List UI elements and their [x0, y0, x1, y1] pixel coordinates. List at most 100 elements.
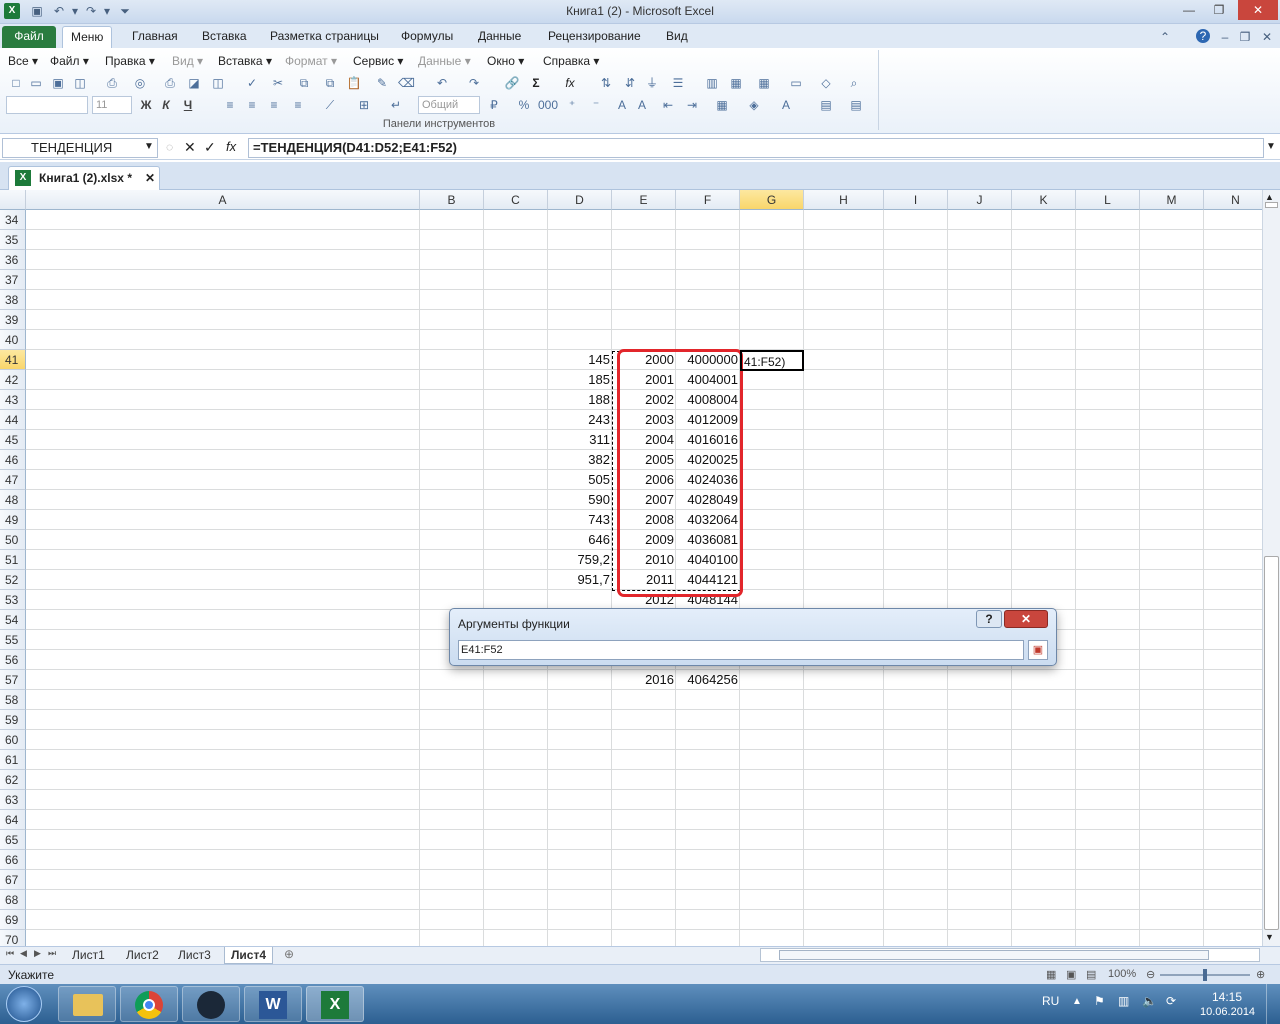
- vertical-scrollbar[interactable]: ▲ ▼: [1262, 190, 1280, 946]
- row-header-54[interactable]: 54: [0, 610, 26, 630]
- row-header-45[interactable]: 45: [0, 430, 26, 450]
- restore-button[interactable]: ❐: [1204, 0, 1234, 20]
- menu-window[interactable]: Окно ▾: [487, 54, 524, 68]
- scroll-up-icon[interactable]: ▲: [1265, 192, 1274, 202]
- row-header-60[interactable]: 60: [0, 730, 26, 750]
- permissions-icon[interactable]: ◫: [72, 75, 88, 91]
- chart-icon[interactable]: ▥: [704, 75, 720, 91]
- new-sheet-icon[interactable]: ⊕: [284, 947, 294, 961]
- font-color-icon[interactable]: A: [778, 97, 794, 113]
- row-header-39[interactable]: 39: [0, 310, 26, 330]
- font-name-combo[interactable]: [6, 96, 88, 114]
- row-header-58[interactable]: 58: [0, 690, 26, 710]
- row-header-46[interactable]: 46: [0, 450, 26, 470]
- row-header-36[interactable]: 36: [0, 250, 26, 270]
- formula-expand-icon[interactable]: ▼: [1266, 141, 1276, 152]
- column-header-C[interactable]: C: [484, 190, 548, 210]
- row-header-34[interactable]: 34: [0, 210, 26, 230]
- split-box[interactable]: [1265, 202, 1278, 208]
- menu-service[interactable]: Сервис ▾: [353, 54, 403, 68]
- menu-help[interactable]: Справка ▾: [543, 54, 599, 68]
- cut-icon[interactable]: ✂: [270, 75, 286, 91]
- group-icon[interactable]: ☰: [670, 75, 686, 91]
- new-icon[interactable]: □: [8, 75, 24, 91]
- bold-button[interactable]: Ж: [138, 97, 154, 113]
- cell-E57[interactable]: 2016: [612, 670, 676, 690]
- sheet-tab-2[interactable]: Лист2: [120, 947, 165, 964]
- row-header-57[interactable]: 57: [0, 670, 26, 690]
- row-header-69[interactable]: 69: [0, 910, 26, 930]
- row-header-56[interactable]: 56: [0, 650, 26, 670]
- expand-icon[interactable]: ◌: [166, 140, 173, 154]
- excel-taskbar-icon[interactable]: X: [306, 986, 364, 1022]
- conditional-format-icon[interactable]: ▤: [818, 97, 834, 113]
- tray-expand-icon[interactable]: ▲: [1072, 996, 1082, 1007]
- first-sheet-icon[interactable]: ⏮: [6, 948, 14, 959]
- row-header-40[interactable]: 40: [0, 330, 26, 350]
- save-toolbar-icon[interactable]: ▣: [50, 75, 66, 91]
- enter-formula-icon[interactable]: ✓: [204, 139, 216, 156]
- prev-sheet-icon[interactable]: ◀: [20, 948, 27, 959]
- cell-F57[interactable]: 4064256: [676, 670, 740, 690]
- column-header-F[interactable]: F: [676, 190, 740, 210]
- horizontal-scrollbar[interactable]: [760, 948, 1260, 962]
- network-icon[interactable]: ▥: [1118, 994, 1129, 1008]
- cancel-formula-icon[interactable]: ✕: [184, 139, 196, 156]
- fill-color-icon[interactable]: ◈: [746, 97, 762, 113]
- picture-icon[interactable]: ▦: [728, 75, 744, 91]
- currency-icon[interactable]: ₽: [486, 97, 502, 113]
- preview-icon[interactable]: ◪: [186, 75, 202, 91]
- language-indicator[interactable]: RU: [1042, 994, 1059, 1008]
- print-icon[interactable]: ⎙: [104, 75, 120, 91]
- merge-icon[interactable]: ⊞: [356, 97, 372, 113]
- column-header-H[interactable]: H: [804, 190, 884, 210]
- column-header-L[interactable]: L: [1076, 190, 1140, 210]
- spelling-icon[interactable]: ✓: [244, 75, 260, 91]
- row-header-61[interactable]: 61: [0, 750, 26, 770]
- action-center-icon[interactable]: ⚑: [1094, 994, 1105, 1008]
- row-header-65[interactable]: 65: [0, 830, 26, 850]
- font-size-combo[interactable]: 11: [92, 96, 132, 114]
- volume-icon[interactable]: 🔈: [1142, 994, 1157, 1008]
- tab-data[interactable]: Данные: [470, 26, 529, 48]
- column-header-D[interactable]: D: [548, 190, 612, 210]
- column-header-M[interactable]: M: [1140, 190, 1204, 210]
- undo-toolbar-icon[interactable]: ↶: [434, 75, 450, 91]
- wrap-icon[interactable]: ↵: [388, 97, 404, 113]
- row-header-62[interactable]: 62: [0, 770, 26, 790]
- cell-D43[interactable]: 188: [548, 390, 612, 410]
- paste-icon[interactable]: 📋: [346, 75, 362, 91]
- window-close-icon[interactable]: ✕: [1260, 30, 1274, 44]
- open-icon[interactable]: ▭: [28, 75, 44, 91]
- row-header-64[interactable]: 64: [0, 810, 26, 830]
- tab-home[interactable]: Главная: [124, 26, 186, 48]
- help-icon[interactable]: ?: [1196, 29, 1210, 43]
- decrease-font-icon[interactable]: A: [634, 97, 650, 113]
- tab-menu[interactable]: Меню: [62, 26, 113, 48]
- close-workbook-icon[interactable]: ✕: [145, 167, 155, 189]
- next-sheet-icon[interactable]: ▶: [34, 948, 41, 959]
- word-icon[interactable]: W: [244, 986, 302, 1022]
- zoom-in-icon[interactable]: ⊕: [1256, 968, 1265, 981]
- scroll-down-icon[interactable]: ▼: [1265, 932, 1274, 942]
- copy-icon[interactable]: ⧉: [296, 75, 312, 91]
- cell-D45[interactable]: 311: [548, 430, 612, 450]
- chrome-icon[interactable]: [120, 986, 178, 1022]
- print-preview-icon[interactable]: ⎙: [162, 75, 178, 91]
- align-center-icon[interactable]: ≡: [244, 97, 260, 113]
- cell-D51[interactable]: 759,2: [548, 550, 612, 570]
- tab-formulas[interactable]: Формулы: [393, 26, 461, 48]
- row-header-59[interactable]: 59: [0, 710, 26, 730]
- styles-icon[interactable]: ▤: [848, 97, 864, 113]
- row-header-51[interactable]: 51: [0, 550, 26, 570]
- research-icon[interactable]: ◎: [132, 75, 148, 91]
- folder-icon[interactable]: ▭: [788, 75, 804, 91]
- menu-data[interactable]: Данные ▾: [418, 54, 471, 68]
- show-desktop-button[interactable]: [1266, 984, 1280, 1024]
- zoom-level[interactable]: 100%: [1108, 968, 1136, 980]
- name-box[interactable]: ТЕНДЕНЦИЯ: [2, 138, 158, 158]
- orientation-icon[interactable]: ⟋: [322, 97, 338, 113]
- page-setup-icon[interactable]: ◫: [210, 75, 226, 91]
- cell-D48[interactable]: 590: [548, 490, 612, 510]
- column-header-A[interactable]: A: [26, 190, 420, 210]
